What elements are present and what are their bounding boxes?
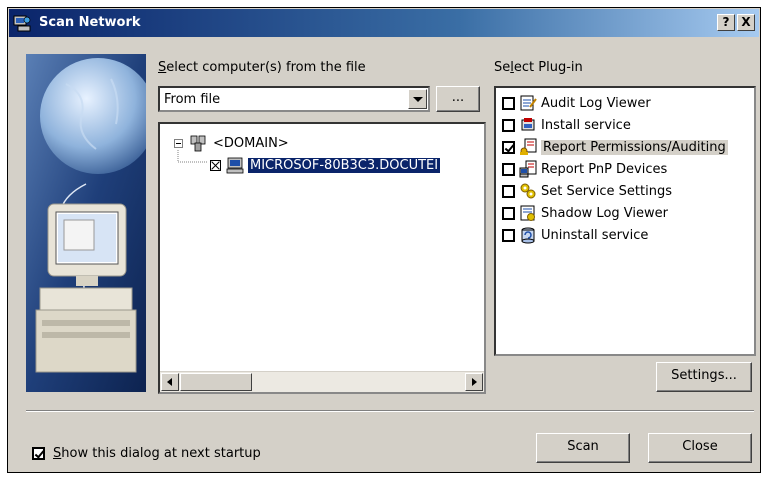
scan-button[interactable]: Scan (536, 433, 630, 463)
domain-icon (190, 135, 206, 152)
plugin-checkbox[interactable] (502, 228, 515, 242)
tree-connector-lines (177, 150, 208, 163)
plugin-item-report-pnp-devices[interactable]: Report PnP Devices (502, 158, 667, 180)
scroll-thumb[interactable] (180, 373, 252, 391)
show-at-startup-checkbox[interactable] (32, 447, 45, 460)
plugin-checkbox[interactable] (502, 162, 515, 176)
shadow-log-icon (520, 205, 535, 221)
plugin-item-audit-log-viewer[interactable]: Audit Log Viewer (502, 92, 651, 114)
scroll-right-button[interactable] (465, 373, 483, 391)
computer-icon (226, 157, 244, 174)
scan-network-dialog: Scan Network ? X Select computer(s) from… (7, 7, 761, 473)
report-pnp-icon (519, 160, 537, 178)
computer-source-combo[interactable]: From file (158, 86, 430, 112)
domain-label: <DOMAIN> (213, 135, 289, 151)
uninstall-service-icon (521, 227, 535, 244)
computer-exclude-checkbox[interactable] (210, 159, 221, 171)
tree-horizontal-scrollbar[interactable] (160, 371, 484, 392)
plugin-checkbox[interactable] (502, 206, 515, 220)
plugin-item-uninstall-service[interactable]: Uninstall service (502, 224, 648, 246)
scan-network-app-icon (13, 15, 31, 32)
chevron-down-icon[interactable] (408, 89, 427, 109)
select-computers-label: Select computer(s) from the file (158, 60, 366, 75)
plugin-item-install-service[interactable]: Install service (502, 114, 631, 136)
plugin-checkbox[interactable] (502, 184, 515, 198)
browse-file-button[interactable]: ... (436, 86, 480, 112)
plugin-list[interactable]: Audit Log Viewer Install service Report … (494, 86, 756, 356)
plugin-item-report-permissions[interactable]: Report Permissions/Auditing (502, 136, 728, 158)
collapse-icon[interactable] (174, 138, 183, 148)
footer-divider (26, 410, 754, 412)
plugin-checkbox[interactable] (502, 118, 515, 132)
close-button[interactable]: Close (648, 433, 752, 463)
tree-node-domain[interactable]: <DOMAIN> (174, 134, 289, 152)
plugin-checkbox[interactable] (502, 140, 515, 154)
tree-node-computer[interactable]: MICROSOF-80B3C3.DOCUTEI (210, 156, 441, 174)
plugin-item-shadow-log-viewer[interactable]: Shadow Log Viewer (502, 202, 668, 224)
show-at-startup-option[interactable]: Show this dialog at next startup (32, 446, 261, 461)
network-computer-illustration (26, 54, 146, 392)
computer-label: MICROSOF-80B3C3.DOCUTEI (248, 157, 441, 173)
window-title: Scan Network (39, 15, 141, 30)
help-button[interactable]: ? (717, 14, 735, 31)
audit-log-icon (520, 95, 537, 111)
plugin-checkbox[interactable] (502, 96, 515, 110)
scroll-left-button[interactable] (161, 373, 179, 391)
close-window-button[interactable]: X (737, 14, 755, 31)
show-at-startup-label: Show this dialog at next startup (53, 446, 261, 461)
computer-tree[interactable]: <DOMAIN> MICROSOF-80B3C3.DOCUTEI (158, 122, 486, 394)
report-permissions-icon (520, 138, 537, 155)
select-plugin-label: Select Plug-in (494, 60, 583, 75)
title-bar: Scan Network ? X (9, 9, 759, 37)
settings-button[interactable]: Settings... (656, 362, 752, 392)
install-service-icon (521, 118, 535, 131)
set-service-settings-icon (520, 183, 536, 199)
computer-source-value: From file (164, 92, 221, 107)
plugin-item-set-service-settings[interactable]: Set Service Settings (502, 180, 672, 202)
